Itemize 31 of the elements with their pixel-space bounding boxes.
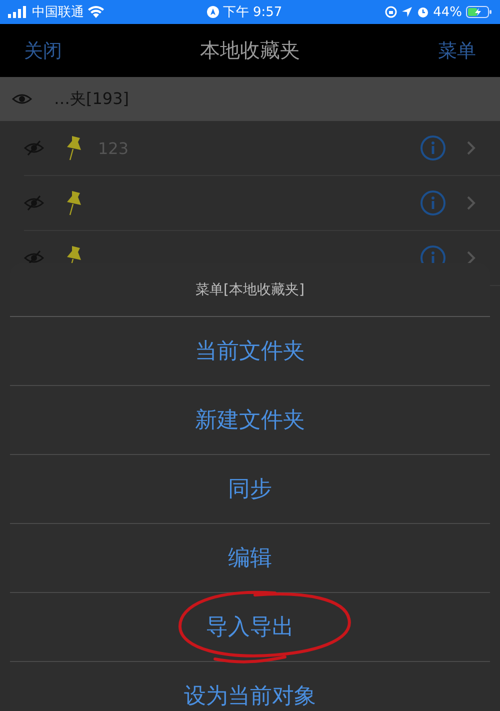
menu-item[interactable]: 设为当前对象: [184, 681, 316, 711]
menu-item[interactable]: 编辑: [228, 543, 272, 573]
menu-item[interactable]: 当前文件夹: [195, 336, 305, 366]
hidden-eye-icon: [24, 250, 44, 266]
clock-time: 下午 9:57: [222, 4, 282, 21]
rotation-lock-icon: [385, 6, 398, 18]
close-button[interactable]: 关闭: [24, 38, 62, 64]
battery-icon: [466, 6, 492, 18]
info-icon[interactable]: [420, 135, 446, 161]
menu-item[interactable]: 新建文件夹: [195, 405, 305, 435]
pushpin-icon: [64, 134, 84, 162]
menu-button[interactable]: 菜单: [438, 38, 476, 64]
hidden-eye-icon: [24, 140, 44, 156]
page-title: 本地收藏夹: [200, 37, 300, 64]
chevron-right-icon: [466, 140, 476, 156]
chevron-right-icon: [466, 195, 476, 211]
signal-icon: [8, 6, 28, 18]
location-arrow-icon: [401, 6, 414, 18]
battery-percent: 44%: [433, 4, 462, 20]
carrier-name: 中国联通: [32, 4, 84, 21]
wifi-icon: [88, 6, 104, 18]
menu-item[interactable]: 同步: [228, 474, 272, 504]
eye-icon: [12, 91, 32, 107]
info-icon[interactable]: [420, 190, 446, 216]
location-badge-icon: [206, 6, 219, 18]
sheet-title: 菜单[本地收藏夹]: [10, 263, 490, 317]
alarm-icon: [417, 6, 430, 18]
menu-item[interactable]: 导入导出: [206, 612, 294, 642]
hidden-eye-icon: [24, 195, 44, 211]
chevron-right-icon: [466, 250, 476, 266]
pushpin-icon: [64, 189, 84, 217]
